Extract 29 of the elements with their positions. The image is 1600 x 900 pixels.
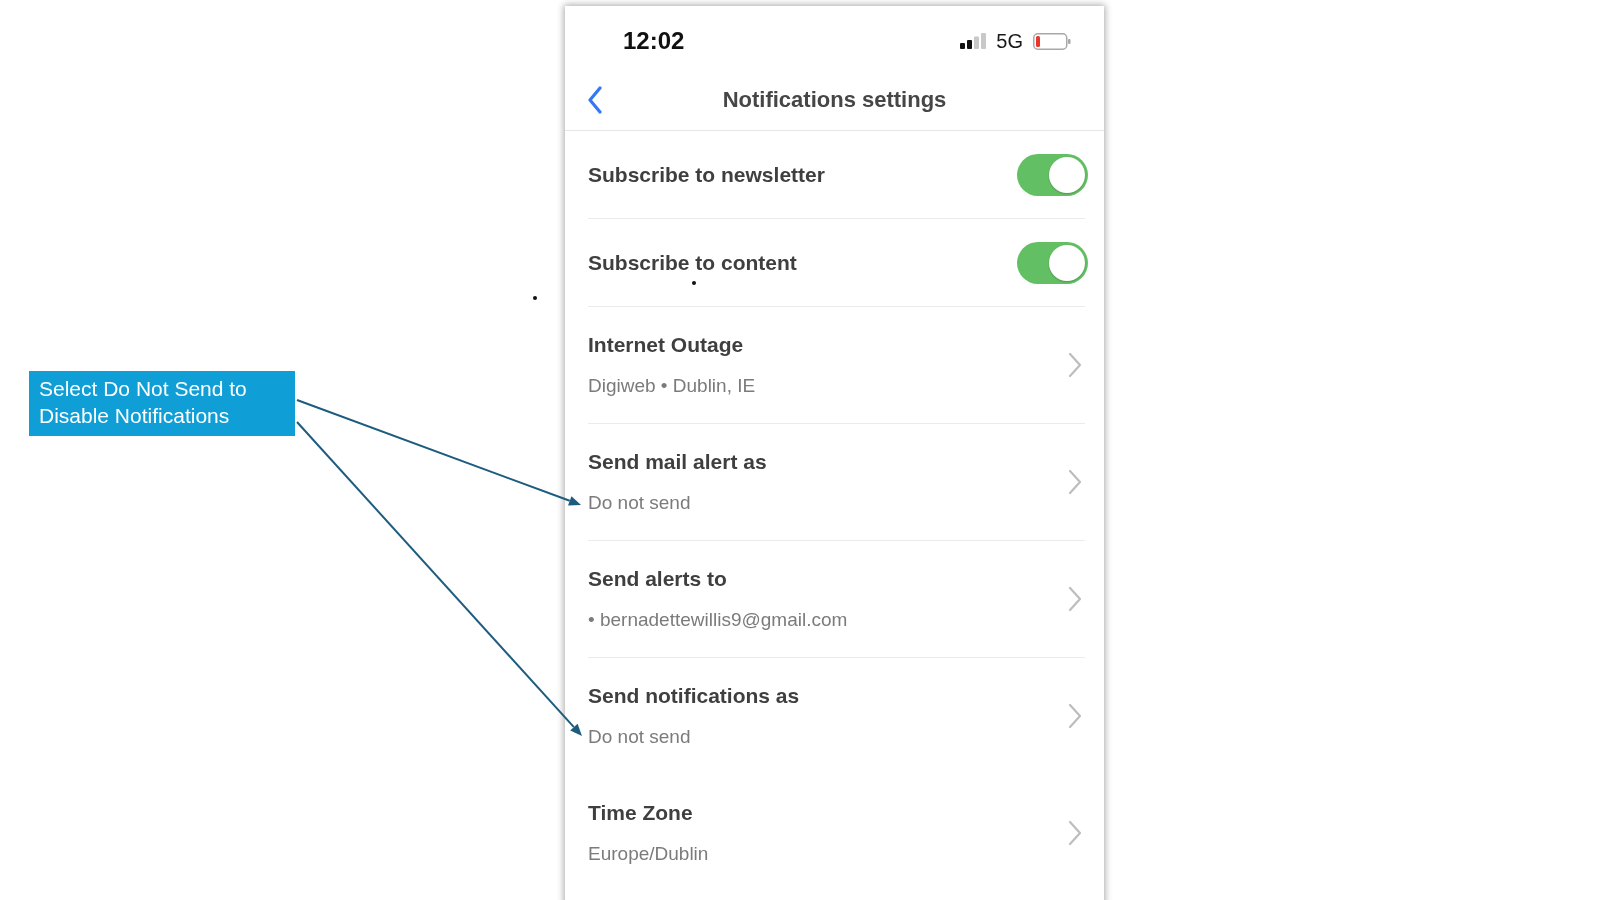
network-label: 5G bbox=[996, 29, 1023, 53]
toggle-switch[interactable] bbox=[1017, 241, 1088, 284]
setting-value: Digiweb • Dublin, IE bbox=[588, 373, 756, 398]
setting-value: • bernadettewillis9@gmail.com bbox=[588, 607, 848, 632]
toggle-switch[interactable] bbox=[1017, 153, 1088, 196]
status-time: 12:02 bbox=[623, 27, 685, 55]
battery-icon bbox=[1033, 32, 1071, 50]
chevron-right-icon[interactable] bbox=[1068, 703, 1082, 729]
chevron-right-icon[interactable] bbox=[1068, 352, 1082, 378]
header-title: Notifications settings bbox=[721, 86, 948, 114]
setting-value: Do not send bbox=[588, 724, 691, 749]
setting-value: Do not send bbox=[588, 490, 691, 515]
annotation-callout: Select Do Not Send to Disable Notifications bbox=[29, 371, 295, 436]
setting-label: Subscribe to newsletter bbox=[588, 161, 825, 188]
back-button[interactable] bbox=[587, 86, 603, 114]
chevron-right-icon[interactable] bbox=[1068, 820, 1082, 846]
dot-icon bbox=[692, 281, 696, 285]
chevron-right-icon[interactable] bbox=[1068, 469, 1082, 495]
setting-value: Europe/Dublin bbox=[588, 841, 709, 866]
setting-label: Subscribe to content bbox=[588, 249, 797, 276]
setting-label: Time Zone bbox=[588, 799, 693, 826]
signal-icon bbox=[960, 33, 988, 49]
setting-label: Send mail alert as bbox=[588, 448, 767, 475]
setting-label: Send alerts to bbox=[588, 565, 727, 592]
setting-label: Send notifications as bbox=[588, 682, 800, 709]
setting-label: Internet Outage bbox=[588, 331, 744, 358]
chevron-right-icon[interactable] bbox=[1068, 586, 1082, 612]
dot-icon bbox=[533, 296, 537, 300]
back-icon bbox=[587, 86, 603, 114]
